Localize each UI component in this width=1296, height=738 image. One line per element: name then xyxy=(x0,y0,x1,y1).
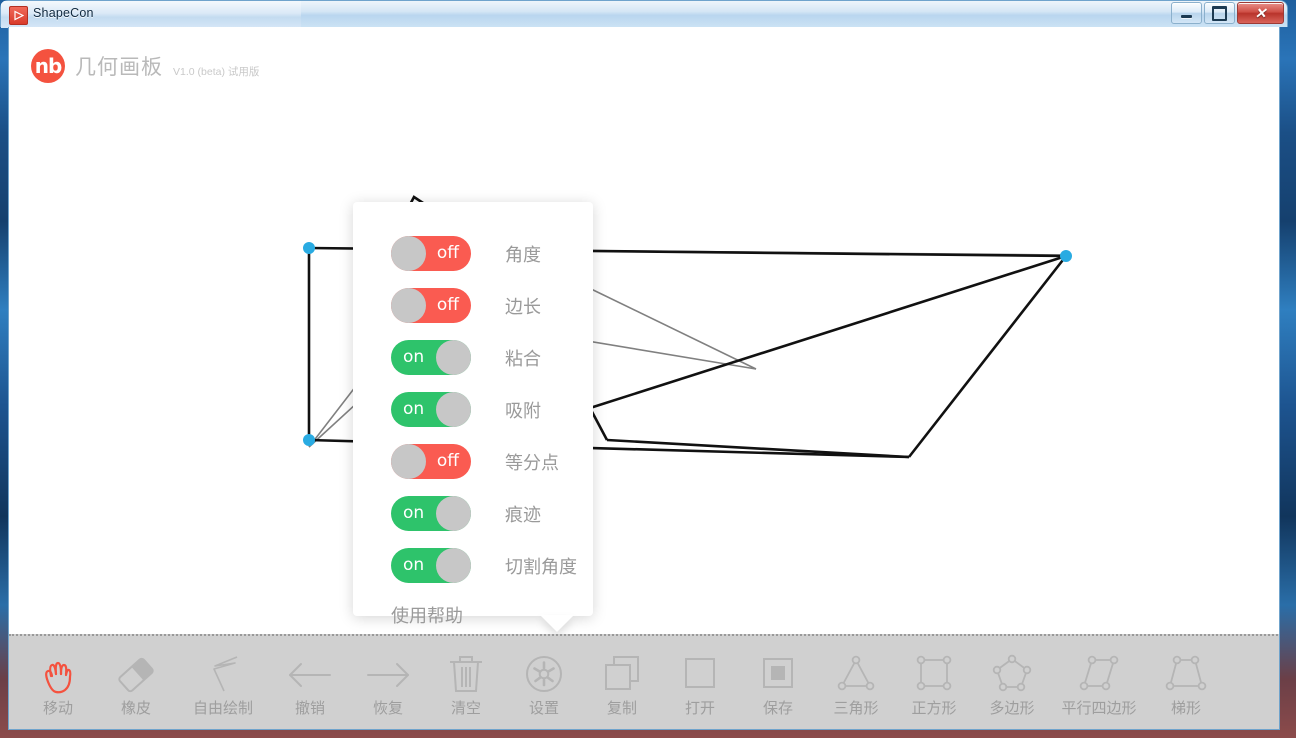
setting-row-trace: on 痕迹 xyxy=(391,496,541,531)
toggle-snap[interactable]: on xyxy=(391,392,471,427)
toggle-knob xyxy=(436,548,471,583)
tool-eraser[interactable]: 橡皮 xyxy=(97,636,175,729)
tool-undo[interactable]: 撤销 xyxy=(271,636,349,729)
square-shape-icon xyxy=(910,649,958,697)
setting-label-trace: 痕迹 xyxy=(505,504,541,526)
tool-label-parallelogram: 平行四边形 xyxy=(1061,699,1137,717)
tool-label-move: 移动 xyxy=(42,699,73,717)
window-controls: ✕ xyxy=(1171,2,1284,24)
toggle-knob xyxy=(391,236,426,271)
toggle-knob xyxy=(391,444,426,479)
popup-pointer-notch xyxy=(540,615,574,632)
tool-redo[interactable]: 恢复 xyxy=(349,636,427,729)
help-link[interactable]: 使用帮助 xyxy=(391,602,463,628)
tool-label-square: 正方形 xyxy=(911,699,957,717)
tool-label-clear: 清空 xyxy=(450,699,481,717)
tool-label-undo: 撤销 xyxy=(294,699,325,717)
toggle-angle-state: off xyxy=(436,243,459,263)
setting-label-snap: 吸附 xyxy=(505,400,541,422)
toggle-side-length[interactable]: off xyxy=(391,288,471,323)
maximize-button[interactable] xyxy=(1204,2,1235,24)
freehand-pen-icon xyxy=(199,649,247,697)
toggle-knob xyxy=(436,340,471,375)
trapezoid-shape-icon xyxy=(1162,649,1210,697)
setting-row-side-length: off 边长 xyxy=(391,288,541,323)
toggle-cut-angle[interactable]: on xyxy=(391,548,471,583)
tool-label-trapezoid: 梯形 xyxy=(1170,699,1201,717)
toggle-knob xyxy=(436,392,471,427)
tool-label-polygon: 多边形 xyxy=(989,699,1035,717)
arrow-right-icon xyxy=(362,649,414,697)
toggle-snap-state: on xyxy=(403,399,425,419)
arrow-left-icon xyxy=(284,649,336,697)
gear-icon xyxy=(520,649,568,697)
toggle-glue-state: on xyxy=(403,347,425,367)
tool-copy[interactable]: 复制 xyxy=(583,636,661,729)
title-bar: ShapeCon ✕ xyxy=(0,0,1288,28)
tool-label-open: 打开 xyxy=(684,699,715,717)
toggle-side-length-state: off xyxy=(436,295,459,315)
setting-label-angle: 角度 xyxy=(505,244,541,266)
close-icon: ✕ xyxy=(1254,5,1267,21)
tool-label-copy: 复制 xyxy=(606,699,637,717)
tool-label-redo: 恢复 xyxy=(372,699,403,717)
tool-label-eraser: 橡皮 xyxy=(120,699,151,717)
toggle-division-point-state: off xyxy=(436,451,459,471)
setting-label-cut-angle: 切割角度 xyxy=(505,556,577,578)
tool-polygon[interactable]: 多边形 xyxy=(973,636,1051,729)
tool-settings[interactable]: 设置 xyxy=(505,636,583,729)
toggle-division-point[interactable]: off xyxy=(391,444,471,479)
tool-move[interactable]: 移动 xyxy=(19,636,97,729)
setting-label-side-length: 边长 xyxy=(505,296,541,318)
save-filled-icon xyxy=(754,649,802,697)
triangle-play-icon xyxy=(14,10,24,21)
tool-label-freehand: 自由绘制 xyxy=(192,699,253,717)
toggle-trace-state: on xyxy=(403,503,425,523)
toggle-angle[interactable]: off xyxy=(391,236,471,271)
toggle-glue[interactable]: on xyxy=(391,340,471,375)
tool-save[interactable]: 保存 xyxy=(739,636,817,729)
minimize-button[interactable] xyxy=(1171,2,1202,24)
tool-open[interactable]: 打开 xyxy=(661,636,739,729)
tool-square[interactable]: 正方形 xyxy=(895,636,973,729)
tool-parallelogram[interactable]: 平行四边形 xyxy=(1051,636,1147,729)
toggle-cut-angle-state: on xyxy=(403,555,425,575)
hand-icon xyxy=(34,649,82,697)
parallelogram-shape-icon xyxy=(1075,649,1123,697)
maximize-icon xyxy=(1212,5,1227,21)
application-window: ShapeCon ✕ nb 几何画板 V1.0 (beta) 试用版 off 角… xyxy=(0,0,1288,732)
tool-label-save: 保存 xyxy=(762,699,793,717)
tool-label-settings: 设置 xyxy=(528,699,559,717)
trash-icon xyxy=(442,649,490,697)
tool-clear[interactable]: 清空 xyxy=(427,636,505,729)
toggle-trace[interactable]: on xyxy=(391,496,471,531)
drawing-canvas[interactable] xyxy=(9,27,1280,635)
open-square-icon xyxy=(676,649,724,697)
setting-row-angle: off 角度 xyxy=(391,236,541,271)
pentagon-shape-icon xyxy=(988,649,1036,697)
settings-popup: off 角度 off 边长 on 粘合 on 吸附 off 等分点 on 痕迹 … xyxy=(353,202,593,632)
toggle-knob xyxy=(436,496,471,531)
tool-freehand[interactable]: 自由绘制 xyxy=(175,636,271,729)
app-client-area: nb 几何画板 V1.0 (beta) 试用版 off 角度 off 边长 on… xyxy=(8,27,1280,730)
eraser-icon xyxy=(112,649,160,697)
minimize-icon xyxy=(1181,15,1192,18)
app-icon xyxy=(9,6,28,25)
copy-icon xyxy=(598,649,646,697)
setting-row-cut-angle: on 切割角度 xyxy=(391,548,577,583)
setting-label-division-point: 等分点 xyxy=(505,452,559,474)
tool-triangle[interactable]: 三角形 xyxy=(817,636,895,729)
window-title: ShapeCon xyxy=(33,6,94,20)
setting-row-division-point: off 等分点 xyxy=(391,444,559,479)
tool-trapezoid[interactable]: 梯形 xyxy=(1147,636,1225,729)
triangle-shape-icon xyxy=(832,649,880,697)
close-button[interactable]: ✕ xyxy=(1237,2,1284,24)
toggle-knob xyxy=(391,288,426,323)
setting-row-snap: on 吸附 xyxy=(391,392,541,427)
bottom-toolbar: 移动 橡皮 自由绘制 撤销 恢复 清空 设置 复制 打开 保存 三角形 正方形 … xyxy=(9,634,1279,729)
tool-label-triangle: 三角形 xyxy=(833,699,879,717)
setting-row-glue: on 粘合 xyxy=(391,340,541,375)
setting-label-glue: 粘合 xyxy=(505,348,541,370)
